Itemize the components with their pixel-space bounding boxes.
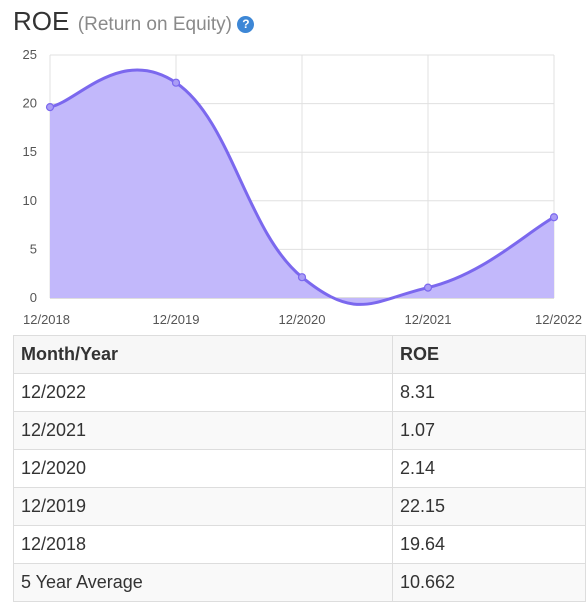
y-tick-label: 25 <box>23 47 37 62</box>
table-cell-roe: 19.64 <box>392 525 586 564</box>
x-tick-label: 12/2019 <box>153 312 200 327</box>
table-row: 12/2019 22.15 <box>13 487 586 526</box>
table-cell-roe: 10.662 <box>392 563 586 602</box>
table-cell-roe: 1.07 <box>392 411 586 450</box>
y-tick-label: 15 <box>23 144 37 159</box>
table-row: 12/2021 1.07 <box>13 411 586 450</box>
table-cell-roe: 22.15 <box>392 487 586 526</box>
table-cell-roe: 8.31 <box>392 373 586 412</box>
data-point[interactable] <box>423 283 433 292</box>
table-cell-period: 12/2018 <box>13 525 393 564</box>
y-tick-label: 20 <box>23 96 37 111</box>
y-tick-label: 5 <box>30 241 37 256</box>
x-tick-label: 12/2022 <box>535 312 582 327</box>
table-header-row: Month/Year ROE <box>13 335 586 374</box>
table-cell-period: 5 Year Average <box>13 563 393 602</box>
help-icon[interactable]: ? <box>237 16 255 33</box>
table-row: 12/2018 19.64 <box>13 525 586 564</box>
table-cell-roe: 2.14 <box>392 449 586 488</box>
chart-header: ROE (Return on Equity) ? <box>13 6 255 40</box>
y-tick-label: 0 <box>30 290 37 305</box>
page-title: ROE <box>13 6 70 36</box>
table-cell-period: 12/2021 <box>13 411 393 450</box>
table-cell-period: 12/2022 <box>13 373 393 412</box>
page-subtitle: (Return on Equity) <box>77 14 232 35</box>
data-point[interactable] <box>171 78 181 87</box>
table-row: 12/2020 2.14 <box>13 449 586 488</box>
y-tick-label: 10 <box>23 193 37 208</box>
column-header-roe: ROE <box>392 335 586 374</box>
column-header-month-year: Month/Year <box>13 335 393 374</box>
table-row: 5 Year Average 10.662 <box>13 563 586 602</box>
data-point[interactable] <box>549 213 559 222</box>
x-tick-label: 12/2020 <box>279 312 326 327</box>
table-row: 12/2022 8.31 <box>13 373 586 412</box>
roe-table: Month/Year ROE 12/2022 8.31 12/2021 1.07 12/… <box>13 335 586 602</box>
table-cell-period: 12/2020 <box>13 449 393 488</box>
x-tick-label: 12/2018 <box>23 312 70 327</box>
x-tick-label: 12/2021 <box>405 312 452 327</box>
data-point[interactable] <box>45 102 55 112</box>
data-point[interactable] <box>297 273 307 282</box>
roe-chart: 0 5 10 15 20 25 12/2018 12/2019 12/2020 12/2021 12… <box>23 47 582 327</box>
table-cell-period: 12/2019 <box>13 487 393 526</box>
